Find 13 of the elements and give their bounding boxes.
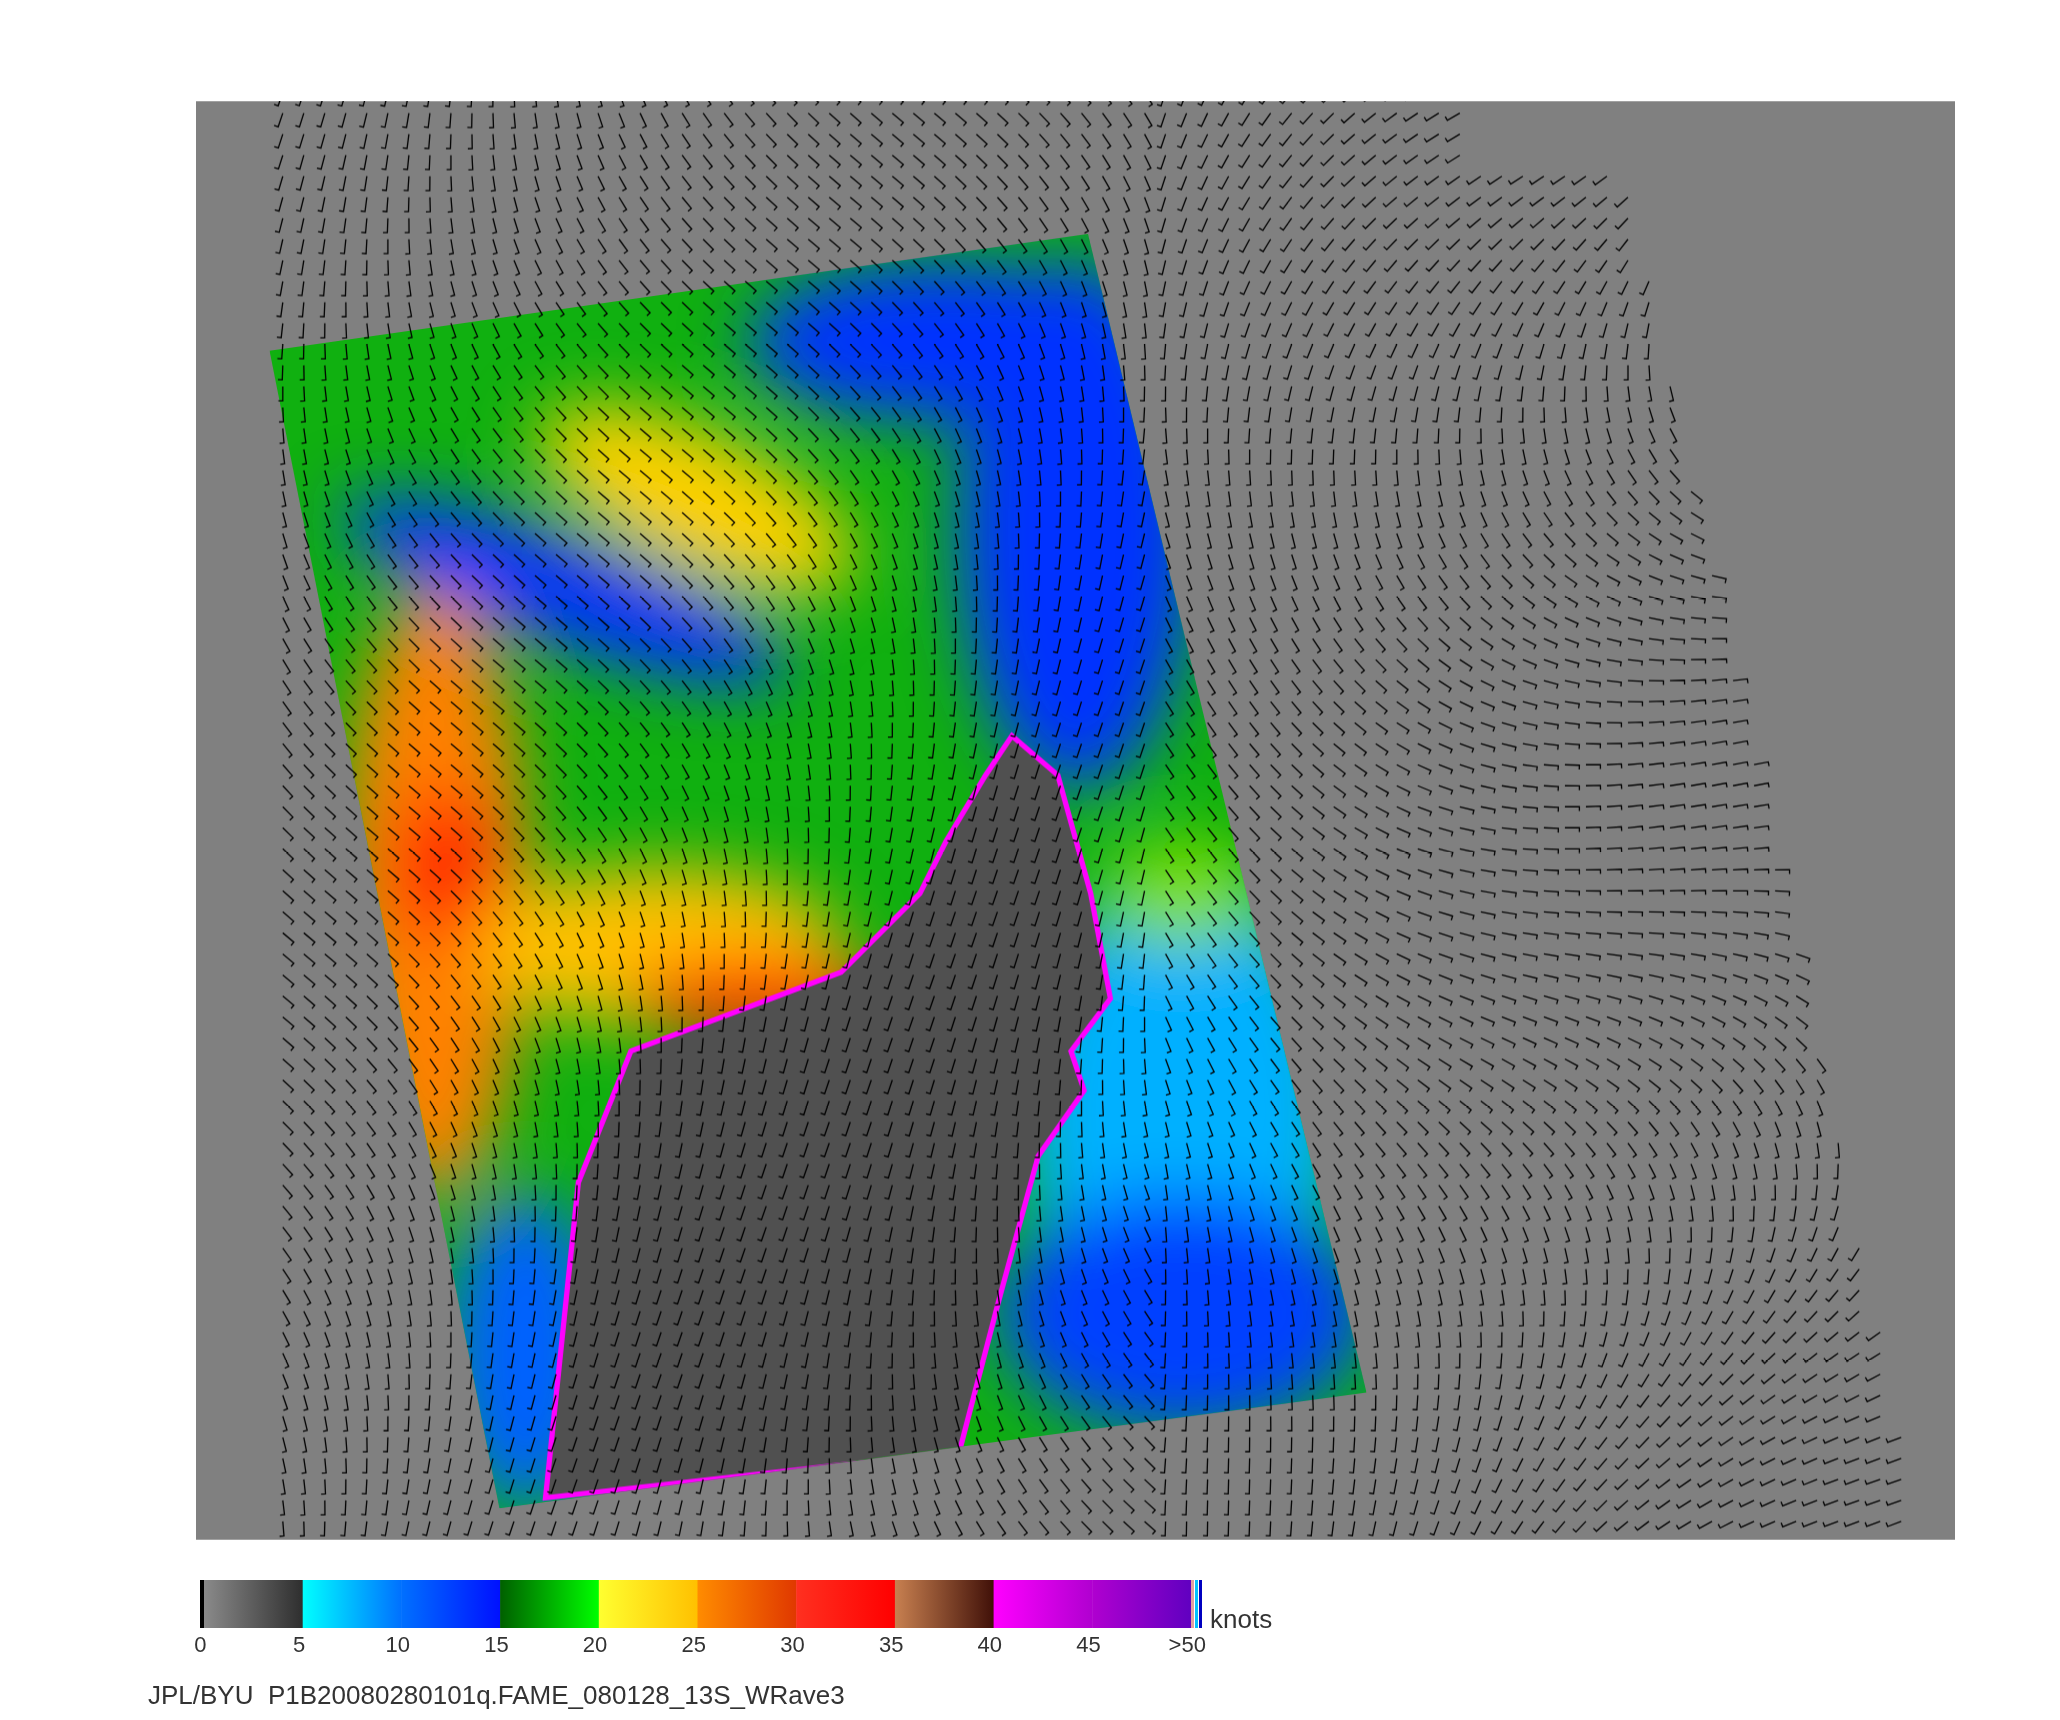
- scale-tick-label: 30: [780, 1634, 805, 1656]
- scale-tick-label: 45: [1076, 1634, 1101, 1656]
- scale-tick-label: 10: [385, 1634, 410, 1656]
- caption: JPL/BYU P1B20080280101q.FAME_080128_13S_WRave3: [148, 1680, 845, 1710]
- scale-tick-label: 15: [484, 1634, 509, 1656]
- scale-tick-label: 0: [194, 1634, 207, 1656]
- scale-tick-label: 35: [878, 1634, 904, 1656]
- unit-label: knots: [1210, 1606, 1273, 1632]
- scale-tick-label: >50: [1168, 1634, 1206, 1656]
- scale-tick-label: 5: [292, 1634, 306, 1656]
- scale-tick-label: 40: [977, 1634, 1003, 1656]
- scale-tick-label: 25: [681, 1634, 706, 1656]
- scale-tick-label: 20: [582, 1634, 608, 1656]
